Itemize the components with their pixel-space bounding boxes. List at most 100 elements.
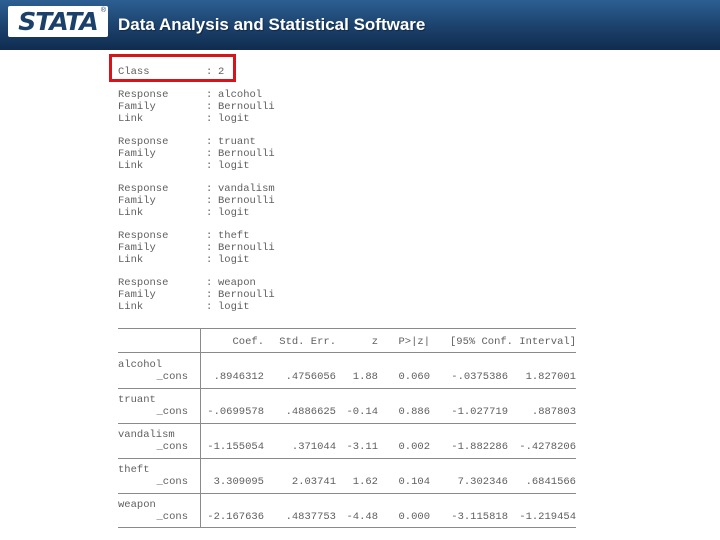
sep: : [206, 277, 213, 289]
sep: : [206, 101, 213, 113]
table-bottom-rule [118, 527, 576, 528]
header-rule [118, 352, 576, 353]
ci-high-cell: .887803 [531, 406, 576, 418]
link-label: Link [118, 160, 144, 172]
col-header-z: z [371, 336, 378, 348]
sep: : [206, 207, 213, 219]
family-label: Family [118, 289, 156, 301]
family-label: Family [118, 195, 156, 207]
sep: : [206, 183, 213, 195]
term-name: _cons [156, 441, 188, 453]
se-cell: .4756056 [285, 371, 336, 383]
response-label: Response [118, 183, 169, 195]
sep: : [206, 195, 213, 207]
equation-name: weapon [118, 499, 156, 511]
col-header-coef: Coef. [232, 336, 264, 348]
ci-low-cell: -.0375386 [451, 371, 508, 383]
term-name: _cons [156, 371, 188, 383]
p-cell: 0.886 [398, 406, 430, 418]
ci-high-cell: -1.219454 [519, 511, 576, 523]
link-value: logit [218, 160, 250, 172]
response-value: vandalism [218, 183, 275, 195]
ci-high-cell: -.4278206 [519, 441, 576, 453]
response-value: weapon [218, 277, 256, 289]
equation-name: truant [118, 394, 156, 406]
family-label: Family [118, 148, 156, 160]
sep: : [206, 148, 213, 160]
sep: : [206, 89, 213, 101]
se-cell: .4886625 [285, 406, 336, 418]
term-name: _cons [156, 476, 188, 488]
table-top-rule [118, 328, 576, 329]
row-rule [118, 458, 576, 459]
ci-low-cell: -1.027719 [451, 406, 508, 418]
coef-cell: -1.155054 [207, 441, 264, 453]
p-cell: 0.060 [398, 371, 430, 383]
ci-low-cell: 7.302346 [457, 476, 508, 488]
sep: : [206, 242, 213, 254]
class-sep: : [206, 66, 213, 78]
coef-cell: 3.309095 [213, 476, 264, 488]
ci-high-cell: .6841566 [525, 476, 576, 488]
link-value: logit [218, 113, 250, 125]
term-name: _cons [156, 511, 188, 523]
equation-name: alcohol [118, 359, 163, 371]
term-name: _cons [156, 406, 188, 418]
ci-low-cell: -1.882286 [451, 441, 508, 453]
response-label: Response [118, 277, 169, 289]
ci-high-cell: 1.827001 [525, 371, 576, 383]
z-cell: -0.14 [346, 406, 378, 418]
tagline: Data Analysis and Statistical Software [118, 15, 426, 34]
family-value: Bernoulli [218, 289, 275, 301]
class-value: 2 [218, 66, 225, 78]
sep: : [206, 136, 213, 148]
se-cell: .371044 [291, 441, 336, 453]
coef-cell: .8946312 [213, 371, 264, 383]
row-rule [118, 388, 576, 389]
stata-logo: STATA ® [8, 6, 108, 37]
family-value: Bernoulli [218, 195, 275, 207]
z-cell: -3.11 [346, 441, 378, 453]
sep: : [206, 289, 213, 301]
class-label: Class [118, 66, 150, 78]
link-label: Link [118, 113, 144, 125]
coef-cell: -2.167636 [207, 511, 264, 523]
row-rule [118, 423, 576, 424]
p-cell: 0.104 [398, 476, 430, 488]
link-value: logit [218, 207, 250, 219]
link-label: Link [118, 254, 144, 266]
se-cell: 2.03741 [291, 476, 336, 488]
se-cell: .4837753 [285, 511, 336, 523]
response-label: Response [118, 230, 169, 242]
sep: : [206, 160, 213, 172]
header-banner: STATA ® Data Analysis and Statistical So… [0, 0, 720, 50]
sep: : [206, 113, 213, 125]
col-header-se: Std. Err. [279, 336, 336, 348]
col-header-p: P>|z| [398, 336, 430, 348]
logo-text: STATA [18, 7, 99, 36]
family-label: Family [118, 101, 156, 113]
response-value: truant [218, 136, 256, 148]
z-cell: 1.88 [352, 371, 378, 383]
link-value: logit [218, 254, 250, 266]
coef-cell: -.0699578 [207, 406, 264, 418]
ci-low-cell: -3.115818 [451, 511, 508, 523]
row-rule [118, 493, 576, 494]
family-value: Bernoulli [218, 148, 275, 160]
response-label: Response [118, 136, 169, 148]
family-value: Bernoulli [218, 242, 275, 254]
sep: : [206, 230, 213, 242]
z-cell: 1.62 [352, 476, 378, 488]
table-vertical-separator [200, 328, 201, 527]
family-value: Bernoulli [218, 101, 275, 113]
link-value: logit [218, 301, 250, 313]
registered-mark: ® [100, 7, 106, 14]
equation-name: vandalism [118, 429, 175, 441]
response-label: Response [118, 89, 169, 101]
col-header-ci: [95% Conf. Interval] [449, 336, 576, 348]
link-label: Link [118, 301, 144, 313]
z-cell: -4.48 [346, 511, 378, 523]
p-cell: 0.000 [398, 511, 430, 523]
sep: : [206, 301, 213, 313]
response-value: theft [218, 230, 250, 242]
